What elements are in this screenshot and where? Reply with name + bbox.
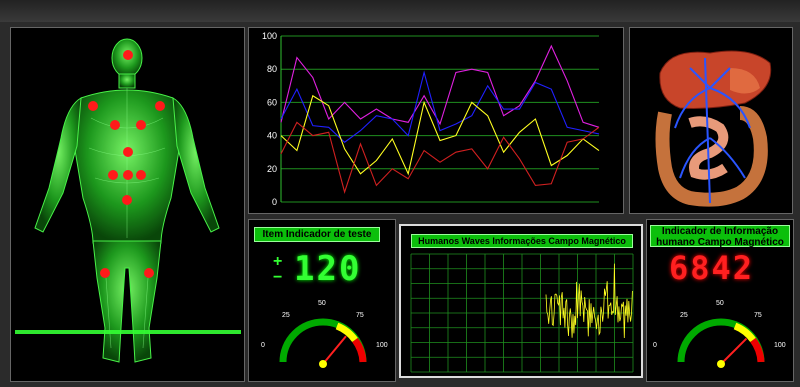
chart-y-tick-label: 0 xyxy=(272,197,277,207)
left-gauge-tick-50: 50 xyxy=(318,300,326,307)
info-indicator-title-line1: Indicador de Informação xyxy=(661,226,779,237)
chart-y-tick-label: 60 xyxy=(267,97,277,107)
digestive-organs-figure xyxy=(655,50,772,207)
left-gauge-tick-25: 25 xyxy=(282,312,290,319)
gauge-needle xyxy=(322,335,347,365)
top-bar xyxy=(0,0,800,22)
chart-y-tick-label: 100 xyxy=(262,31,277,41)
left-gauge-tick-75: 75 xyxy=(356,312,364,319)
right-gauge-tick-25: 25 xyxy=(680,312,688,319)
info-indicator-title-line2: humano Campo Magnético xyxy=(656,237,784,248)
right-gauge xyxy=(677,318,765,368)
chart-y-tick-label: 20 xyxy=(267,164,277,174)
info-indicator-title: Indicador de Informação humano Campo Mag… xyxy=(650,225,790,248)
organ-panel xyxy=(629,27,793,214)
right-gauge-tick-75: 75 xyxy=(754,312,762,319)
left-gauge xyxy=(279,318,367,368)
line-chart: 0 20 40 60 80 100 xyxy=(262,31,600,207)
chart-y-tick-label: 40 xyxy=(267,131,277,141)
info-indicator-value: 6842 xyxy=(669,249,755,287)
gauge-needle xyxy=(720,337,748,365)
chart-series-line-0 xyxy=(280,44,600,128)
left-gauge-tick-100: 100 xyxy=(376,342,388,349)
test-indicator-title: Item Indicador de teste xyxy=(254,227,380,242)
body-scan-panel xyxy=(10,27,245,382)
test-indicator-panel: Item Indicador de teste + − 120 0 25 50 … xyxy=(248,219,396,382)
right-gauge-tick-0: 0 xyxy=(653,342,657,349)
line-chart-panel: 0 20 40 60 80 100 xyxy=(248,27,624,214)
wave-monitor-panel: Humanos Waves Informações Campo Magnétic… xyxy=(399,224,643,378)
chart-series-line-3 xyxy=(280,121,600,194)
minus-label: − xyxy=(273,269,283,286)
left-gauge-tick-0: 0 xyxy=(261,342,265,349)
wave-graph xyxy=(410,253,634,373)
info-indicator-panel: Indicador de Informação humano Campo Mag… xyxy=(646,219,794,382)
human-body-figure xyxy=(15,38,241,363)
chart-y-tick-label: 80 xyxy=(267,64,277,74)
wave-monitor-title: Humanos Waves Informações Campo Magnétic… xyxy=(411,234,633,248)
test-indicator-value: 120 xyxy=(294,249,362,289)
right-gauge-tick-50: 50 xyxy=(716,300,724,307)
right-gauge-tick-100: 100 xyxy=(774,342,786,349)
